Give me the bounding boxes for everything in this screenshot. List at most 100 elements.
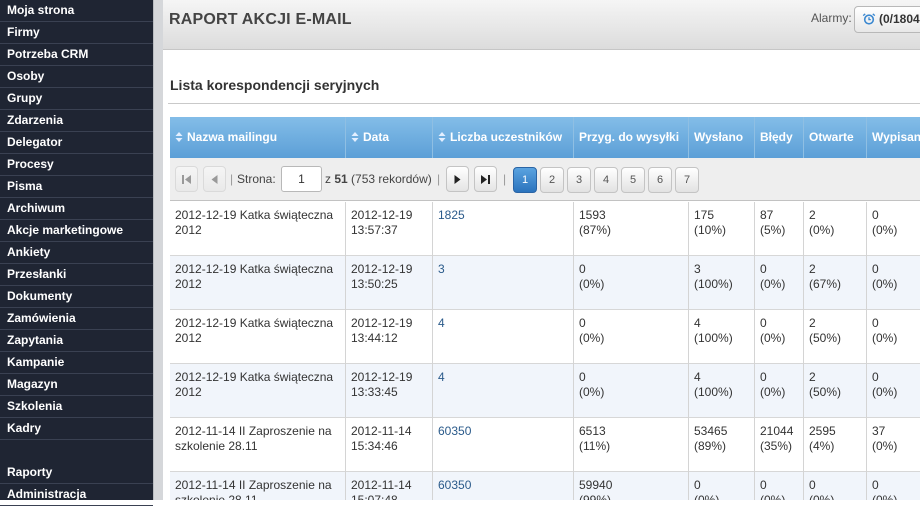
column-header-name[interactable]: Nazwa mailingu <box>170 117 346 158</box>
column-header-errors[interactable]: Błędy <box>755 117 804 158</box>
table-row[interactable]: 2012-12-19 Katka świąteczna 2012 2012-12-1… <box>170 256 920 310</box>
sidebar-item[interactable]: Grupy <box>0 88 153 110</box>
cell-participants[interactable]: 4 <box>433 310 574 364</box>
sidebar-item[interactable]: Kadry <box>0 418 153 440</box>
sidebar-item[interactable]: Archiwum <box>0 198 153 220</box>
cell-line: 0 <box>760 262 767 276</box>
cell-line: 37 <box>872 424 886 438</box>
pager-separator: | <box>230 172 234 186</box>
sidebar-item[interactable]: Osoby <box>0 66 153 88</box>
table-row[interactable]: 2012-11-14 II Zaproszenie na szkolenie 28… <box>170 472 920 500</box>
cell-participants[interactable]: 1825 <box>433 202 574 256</box>
cell-line: (35%) <box>760 439 793 453</box>
sidebar-item[interactable]: Ankiety <box>0 242 153 264</box>
cell-line: (100%) <box>694 331 733 345</box>
sidebar-item[interactable]: Firmy <box>0 22 153 44</box>
sidebar-item[interactable]: Zapytania <box>0 330 153 352</box>
sidebar-item[interactable]: Administracja <box>0 484 153 506</box>
cell-line: 2012-11-14 <box>351 478 412 492</box>
column-header-sent[interactable]: Wysłano <box>689 117 755 158</box>
cell-line: 2012 <box>175 277 202 291</box>
cell-line: 13:50:25 <box>351 277 398 291</box>
column-header-opened[interactable]: Otwarte <box>804 117 867 158</box>
cell-name: 2012-12-19 Katka świąteczna 2012 <box>170 364 346 418</box>
cell-line: 0 <box>694 478 701 492</box>
sidebar-item[interactable]: Potrzeba CRM <box>0 44 153 66</box>
pager-separator: | <box>437 172 441 186</box>
column-header-date[interactable]: Data <box>346 117 433 158</box>
cell-line: 0 <box>872 262 879 276</box>
cell-line: (0%) <box>760 493 786 500</box>
sidebar-item[interactable]: Magazyn <box>0 374 153 396</box>
alarms-button[interactable]: (0/1804 <box>854 6 920 33</box>
sidebar-splitter[interactable] <box>153 0 163 500</box>
cell-participants[interactable]: 60350 <box>433 418 574 472</box>
page-button[interactable]: 6 <box>648 167 672 193</box>
cell-line[interactable]: 60350 <box>438 478 573 493</box>
column-header-prepared[interactable]: Przyg. do wysyłki <box>574 117 689 158</box>
alarms-count: (0/1804 <box>879 12 920 26</box>
cell-line: (50%) <box>809 331 842 345</box>
cell-date: 2012-11-14 15:07:48 <box>346 472 433 500</box>
cell-line: (0%) <box>760 277 786 291</box>
page-button[interactable]: 1 <box>513 167 537 193</box>
cell-open: 2 (67%) <box>804 256 867 310</box>
cell-line: 2012-11-14 II Zaproszenie na <box>175 424 332 438</box>
sidebar-item[interactable]: Pisma <box>0 176 153 198</box>
sidebar-item[interactable]: Przesłanki <box>0 264 153 286</box>
cell-line: (0%) <box>760 385 786 399</box>
cell-line[interactable]: 3 <box>438 262 573 277</box>
cell-line: 2012-12-19 Katka świąteczna <box>175 316 334 330</box>
column-header-label: Przyg. do wysyłki <box>579 130 680 144</box>
column-header-participants[interactable]: Liczba uczestników <box>433 117 574 158</box>
sidebar-item[interactable]: Dokumenty <box>0 286 153 308</box>
cell-line[interactable]: 4 <box>438 316 573 331</box>
cell-line: (0%) <box>872 493 898 500</box>
cell-prep: 0 (0%) <box>574 256 689 310</box>
cell-participants[interactable]: 3 <box>433 256 574 310</box>
prev-page-button[interactable] <box>203 166 226 192</box>
first-page-button[interactable] <box>175 166 198 192</box>
cell-line: (100%) <box>694 385 733 399</box>
table-row[interactable]: 2012-12-19 Katka świąteczna 2012 2012-12-1… <box>170 202 920 256</box>
cell-line[interactable]: 4 <box>438 370 573 385</box>
page-number-input[interactable]: 1 <box>281 166 322 192</box>
table-row[interactable]: 2012-11-14 II Zaproszenie na szkolenie 28… <box>170 418 920 472</box>
sidebar-item[interactable]: Moja strona <box>0 0 153 22</box>
sidebar-item[interactable]: Kampanie <box>0 352 153 374</box>
column-header-unsubscribed[interactable]: Wypisan <box>867 117 920 158</box>
cell-err: 21044 (35%) <box>755 418 804 472</box>
sidebar-item[interactable]: Raporty <box>0 462 153 484</box>
cell-line: 2012-11-14 II Zaproszenie na <box>175 478 332 492</box>
sidebar-item[interactable]: Procesy <box>0 154 153 176</box>
sidebar-item[interactable]: Akcje marketingowe <box>0 220 153 242</box>
cell-line: (0%) <box>872 439 898 453</box>
page-button[interactable]: 7 <box>675 167 699 193</box>
cell-participants[interactable]: 60350 <box>433 472 574 500</box>
page-label: Strona: <box>237 172 276 186</box>
cell-err: 0 (0%) <box>755 256 804 310</box>
page-button[interactable]: 2 <box>540 167 564 193</box>
page-button[interactable]: 4 <box>594 167 618 193</box>
page-button[interactable]: 5 <box>621 167 645 193</box>
next-page-button[interactable] <box>446 166 469 192</box>
cell-line: (0%) <box>579 331 605 345</box>
page-title: RAPORT AKCJI E-MAIL <box>169 11 352 28</box>
table-row[interactable]: 2012-12-19 Katka świąteczna 2012 2012-12-1… <box>170 364 920 418</box>
cell-name: 2012-12-19 Katka świąteczna 2012 <box>170 256 346 310</box>
page-button[interactable]: 3 <box>567 167 591 193</box>
cell-line: 13:57:37 <box>351 223 398 237</box>
cell-line: 2012-12-19 <box>351 262 413 276</box>
cell-line: (0%) <box>579 277 605 291</box>
cell-line[interactable]: 60350 <box>438 424 573 439</box>
last-page-button[interactable] <box>474 166 497 192</box>
cell-line: (87%) <box>579 223 612 237</box>
cell-participants[interactable]: 4 <box>433 364 574 418</box>
table-row[interactable]: 2012-12-19 Katka świąteczna 2012 2012-12-1… <box>170 310 920 364</box>
sidebar-item[interactable]: Zdarzenia <box>0 110 153 132</box>
sidebar-item[interactable]: Szkolenia <box>0 396 153 418</box>
sidebar-item[interactable]: Zamówienia <box>0 308 153 330</box>
cell-line[interactable]: 1825 <box>438 208 573 223</box>
sidebar-item[interactable]: Delegator <box>0 132 153 154</box>
